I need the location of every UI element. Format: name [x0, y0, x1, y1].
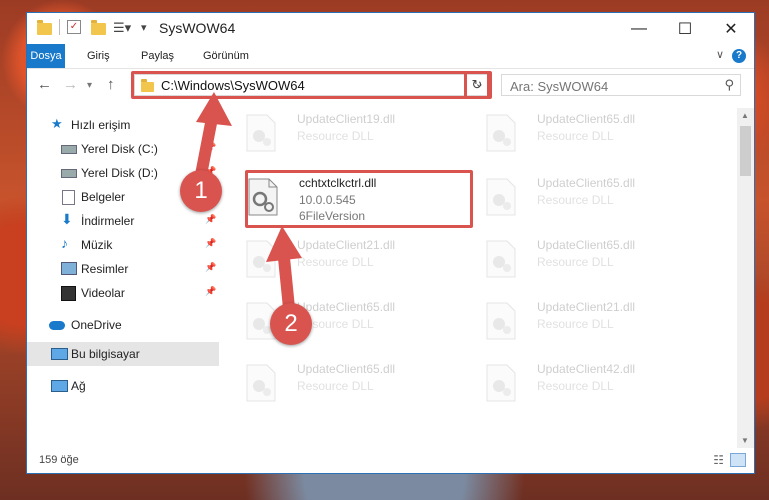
arrow-2-head: [266, 226, 302, 262]
annotation-arrows: [194, 92, 302, 324]
step-1-badge: 1: [180, 170, 222, 212]
step-2-badge: 2: [270, 303, 312, 345]
arrow-1-head: [196, 92, 232, 126]
